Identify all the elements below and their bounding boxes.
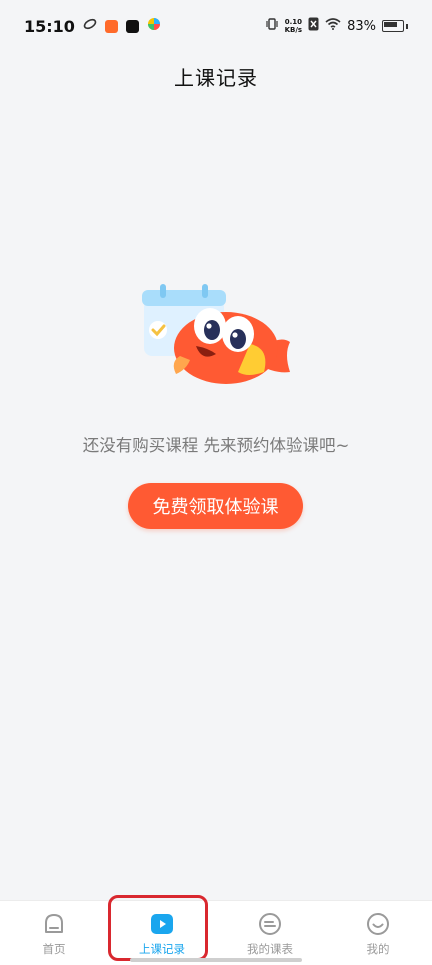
- tab-me-label: 我的: [366, 942, 390, 956]
- status-left: 15:10: [24, 17, 161, 36]
- empty-state-illustration: [138, 282, 298, 392]
- battery-tip: [406, 23, 408, 29]
- network-speed: 0.10 KB/s: [285, 18, 302, 34]
- tab-my-schedule[interactable]: 我的课表: [216, 901, 324, 965]
- app-notification-icon-1: [83, 17, 97, 35]
- battery-percent: 83%: [347, 18, 376, 34]
- tiktok-icon: [125, 19, 139, 33]
- page-title: 上课记录: [174, 66, 258, 90]
- vibrate-icon: [265, 17, 279, 35]
- smile-icon: [367, 913, 389, 935]
- status-time: 15:10: [24, 16, 75, 36]
- wifi-icon: [325, 18, 341, 34]
- home-indicator[interactable]: [130, 958, 302, 962]
- battery-icon: [382, 20, 404, 32]
- app-notification-icon-2: [104, 19, 118, 33]
- tab-class-records-label: 上课记录: [139, 942, 185, 956]
- tab-home-label: 首页: [42, 942, 66, 956]
- schedule-icon: [259, 913, 281, 935]
- bottom-tab-bar: 首页 上课记录 我的课表 我的: [0, 900, 432, 965]
- home-icon: [45, 914, 63, 933]
- fish-calendar-illustration: [142, 284, 290, 384]
- status-right: 0.10 KB/s 83%: [265, 17, 408, 35]
- tab-class-records[interactable]: 上课记录: [108, 901, 216, 965]
- play-icon: [151, 914, 173, 934]
- free-trial-button[interactable]: 免费领取体验课: [128, 483, 303, 529]
- app-notification-icon-3: [147, 17, 161, 35]
- tab-my-schedule-label: 我的课表: [247, 942, 293, 956]
- tab-home[interactable]: 首页: [0, 901, 108, 965]
- sim-off-icon: [308, 17, 319, 35]
- tab-me[interactable]: 我的: [324, 901, 432, 965]
- empty-state-message: 还没有购买课程 先来预约体验课吧~: [82, 436, 350, 455]
- status-bar: 15:10 0.10 KB/s 83%: [0, 0, 432, 52]
- net-speed-unit: KB/s: [284, 26, 303, 34]
- net-speed-value: 0.10: [284, 18, 302, 26]
